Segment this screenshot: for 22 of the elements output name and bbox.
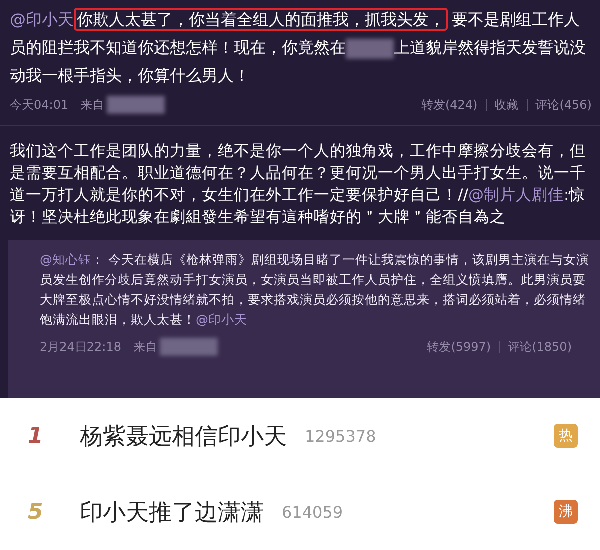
post-time: 2月24日22:18 xyxy=(40,338,122,356)
post-time: 今天04:01 xyxy=(10,96,69,114)
view-count: 614059 xyxy=(282,502,344,522)
action-link[interactable]: 评论(456) xyxy=(536,96,592,114)
action-link[interactable]: 转发(424) xyxy=(421,96,478,114)
blurred-patch xyxy=(106,96,165,114)
source-label: 来自 xyxy=(80,96,105,114)
source-label: 来自 xyxy=(134,338,158,356)
topic-link[interactable]: 杨紫聂远相信印小天 xyxy=(80,420,287,452)
hot-badge: 热 xyxy=(554,424,578,448)
topic-link[interactable]: 印小天推了边潇潇 xyxy=(80,496,264,528)
rank-number: 5 xyxy=(28,500,44,524)
view-count: 1295378 xyxy=(305,426,378,446)
post-text: 我们这个工作是团队的力量，绝不是你一个人的独角戏，工作中摩擦分歧会有，但是需要互相配合。职业道德何在？人品何在？更何况一个男人出手打女生。说一千道一万打人就是你的不对，女生们在外工作一定要保护好自己！//@制片人剧佳:惊讶！坚决杜绝此现象在劇組發生希望有這种嗜好的＂大牌＂能否自為之 xyxy=(10,141,587,228)
rank-number: 1 xyxy=(28,424,44,448)
action-link[interactable]: 收藏 xyxy=(494,96,519,114)
blurred-patch xyxy=(160,338,218,356)
hot-badge: 沸 xyxy=(554,500,578,524)
post-text: @印小天 你欺人太甚了，你当着全组人的面推我，抓我头发， 要不是剧组工作人员的阻拦我不知道你还想怎样！现在，你竟然在 上道貌岸然得指天发誓说没动我一根手指头，你算什么男人！ xyxy=(10,7,587,87)
blurred-patch xyxy=(346,38,394,59)
action-link[interactable]: 评论(1850) xyxy=(508,338,572,356)
action-link[interactable]: 转发(5997) xyxy=(427,338,492,356)
